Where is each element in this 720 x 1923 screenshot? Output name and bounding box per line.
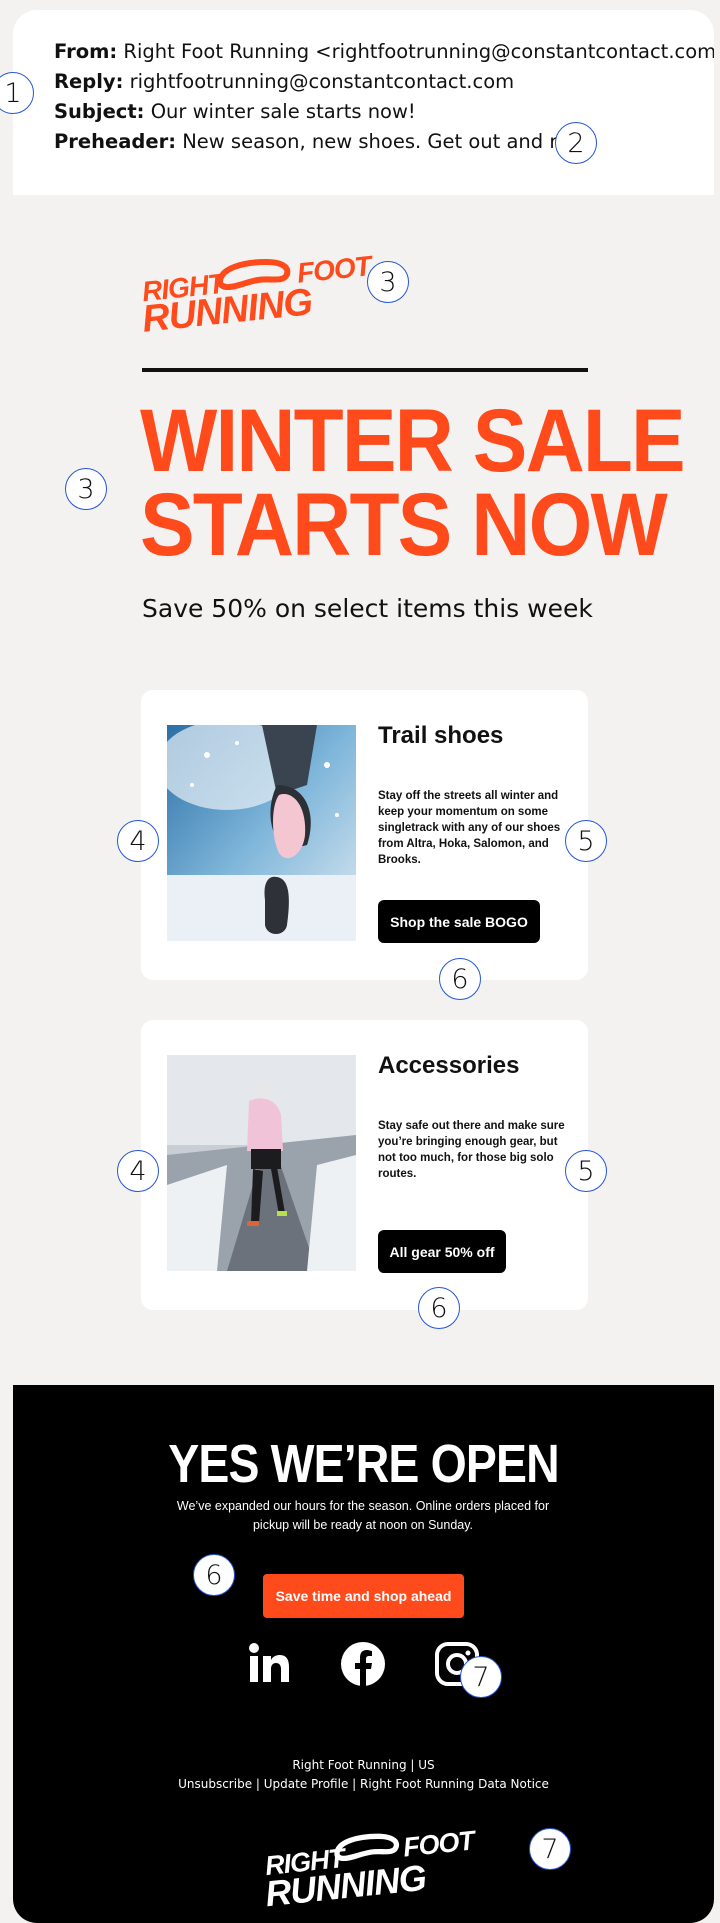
callout-badge: 4 (117, 820, 159, 862)
callout-badge: 5 (565, 1150, 607, 1192)
email-header: From: Right Foot Running <rightfootrunni… (13, 10, 714, 195)
callout-badge: 6 (193, 1554, 235, 1596)
footprint-logo-icon (334, 1833, 400, 1861)
email-preview: From: Right Foot Running <rightfootrunni… (13, 10, 714, 1923)
reply-line: Reply: rightfootrunning@constantcontact.… (54, 70, 515, 93)
callout-badge: 3 (367, 261, 409, 303)
trail-shoes-photo (167, 725, 356, 941)
callout-badge: 7 (529, 1828, 571, 1870)
callout-badge: 3 (65, 468, 107, 510)
callout-badge: 5 (565, 820, 607, 862)
card-description: Stay off the streets all winter and keep… (378, 790, 561, 866)
preheader-line: Preheader: New season, new shoes. Get ou… (54, 130, 590, 153)
open-title: YES WE’RE OPEN (168, 1434, 559, 1494)
product-card-accessories: Accessories Stay safe out there and make… (141, 1020, 588, 1310)
linkedin-icon[interactable] (245, 1640, 293, 1688)
callout-badge: 6 (439, 958, 481, 1000)
callout-badge: 4 (117, 1150, 159, 1192)
headline-line-2: STARTS NOW (140, 474, 668, 574)
callout-badge: 2 (555, 122, 597, 164)
callout-badge: 6 (418, 1287, 460, 1329)
subject-line: Subject: Our winter sale starts now! (54, 100, 416, 123)
shop-sale-bogo-button[interactable]: Shop the sale BOGO (378, 900, 540, 943)
footer-address: Right Foot Running | US (292, 1758, 435, 1772)
shop-ahead-button[interactable]: Save time and shop ahead (263, 1574, 464, 1618)
product-card-trail-shoes: Trail shoes Stay off the streets all win… (141, 690, 588, 980)
open-body: We’ve expanded our hours for the season.… (176, 1499, 550, 1532)
headline-line-1: WINTER SALE (140, 390, 686, 490)
accessories-photo (167, 1055, 356, 1271)
from-line: From: Right Foot Running <rightfootrunni… (54, 40, 714, 63)
facebook-icon[interactable] (339, 1640, 387, 1688)
callout-badge: 7 (460, 1656, 502, 1698)
card-title: Accessories (378, 1052, 520, 1079)
all-gear-button[interactable]: All gear 50% off (378, 1230, 506, 1273)
card-description: Stay safe out there and make sure you’re… (378, 1120, 565, 1180)
hero-subline: Save 50% on select items this week (142, 594, 593, 623)
footer-logo: RIGHT FOOT RUNNING (263, 1825, 476, 1915)
brand-logo: RIGHT FOOT RUNNING (140, 250, 373, 341)
footer-links[interactable]: Unsubscribe | Update Profile | Right Foo… (13, 1777, 714, 1791)
divider (142, 368, 588, 372)
email-footer: YES WE’RE OPEN We’ve expanded our hours … (13, 1385, 714, 1923)
card-title: Trail shoes (378, 722, 504, 749)
